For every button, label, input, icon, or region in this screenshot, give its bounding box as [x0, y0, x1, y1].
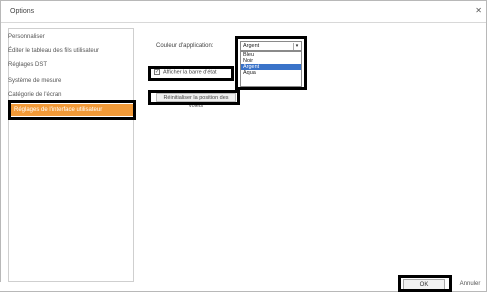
settings-panel	[134, 28, 481, 273]
reset-panes-button[interactable]: Réinitialiser la position des volets	[156, 93, 236, 109]
status-bar-checkbox-label: Afficher la barre d'état	[163, 69, 217, 76]
app-color-dropdown-list: Bleu Noir Argent Aqua	[240, 51, 302, 87]
chevron-down-icon[interactable]: ▾	[293, 43, 300, 50]
window-title: Options	[10, 8, 35, 15]
sidebar-item-screen[interactable]: Catégorie de l'écran	[8, 92, 62, 98]
sidebar-item-personnaliser[interactable]: Personnaliser	[8, 34, 45, 40]
dropdown-option[interactable]: Aqua	[241, 70, 301, 76]
sidebar-item-measure[interactable]: Système de mesure	[8, 78, 61, 84]
cancel-button[interactable]: Annuler	[455, 279, 485, 291]
app-color-label: Couleur d'application:	[156, 43, 214, 49]
app-color-value: Argent	[243, 43, 260, 49]
status-bar-option[interactable]: ✓ Afficher la barre d'état	[154, 69, 217, 75]
sidebar-item-ui-settings[interactable]: Réglages de l'interface utilisateur	[10, 104, 133, 116]
app-color-select[interactable]: Argent ▾	[240, 41, 302, 51]
title-bar: Options ✕	[1, 1, 486, 23]
ok-button[interactable]: OK	[403, 279, 445, 291]
sidebar-item-dst[interactable]: Réglages DST	[8, 62, 47, 68]
status-bar-checkbox[interactable]: ✓	[154, 69, 160, 75]
sidebar-item-thread-table[interactable]: Éditer le tableau des fils utilisateur	[8, 48, 99, 54]
close-icon[interactable]: ✕	[475, 6, 482, 15]
